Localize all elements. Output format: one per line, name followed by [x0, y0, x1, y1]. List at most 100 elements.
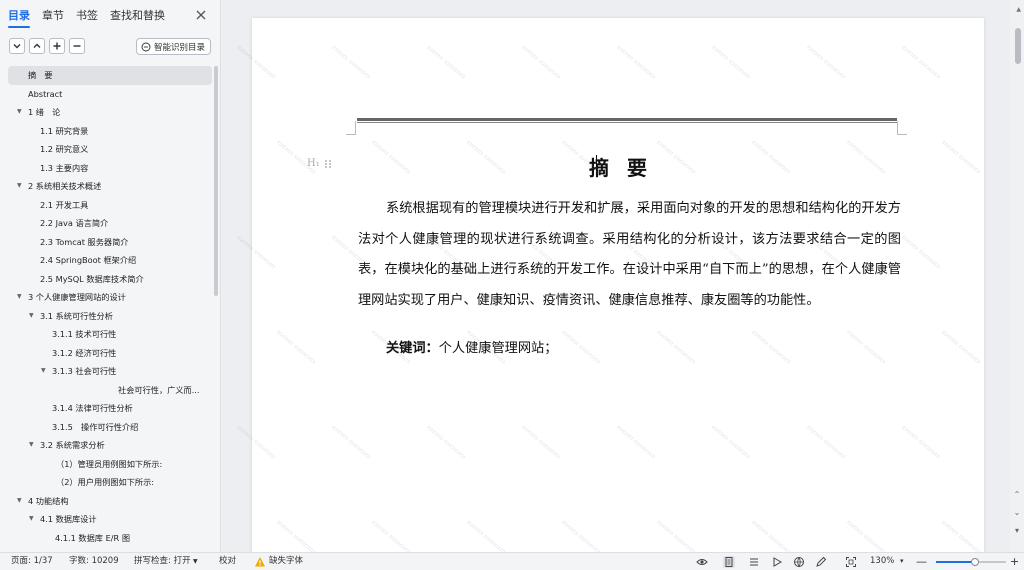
- expand-arrow-icon[interactable]: ▼: [29, 307, 34, 326]
- globe-icon[interactable]: [793, 556, 805, 568]
- document-page[interactable]: H₁ 摘要 系统根据现有的管理模块进行开发和扩展，采用面向对象的开发的思想和结构…: [235, 18, 984, 552]
- toc-item[interactable]: 3.1.1 技术可行性: [0, 325, 214, 344]
- watermark: ▭▭▭ ▭▭▭▭: [900, 233, 943, 271]
- expand-arrow-icon[interactable]: ▼: [17, 492, 22, 511]
- chevron-up-icon: [33, 43, 41, 48]
- toc-item[interactable]: ▼ 2 系统相关技术概述: [0, 177, 214, 196]
- expand-arrow-icon[interactable]: ▼: [29, 436, 34, 455]
- toc-item[interactable]: 摘 要: [8, 66, 212, 85]
- toc-item[interactable]: ▼ 4 功能结构: [0, 492, 214, 511]
- watermark: ▭▭▭ ▭▭▭▭: [940, 518, 983, 552]
- toc-item-label: 4.1.1 数据库 E/R 图: [55, 532, 131, 543]
- expand-arrow-icon[interactable]: ▼: [41, 362, 46, 381]
- toc-scrollbar[interactable]: [214, 66, 218, 296]
- toc-item-label: 社会可行性，广义而...: [118, 384, 200, 395]
- toc-item[interactable]: ▼ 3.1.3 社会可行性: [0, 362, 214, 381]
- close-icon[interactable]: [194, 8, 208, 22]
- page-up-icon[interactable]: ⌃: [1012, 490, 1022, 499]
- tab-bookmarks[interactable]: 书签: [76, 0, 98, 32]
- smart-toc-button[interactable]: 智能识别目录: [135, 38, 211, 55]
- toc-item[interactable]: 3.1.4 法律可行性分析: [0, 399, 214, 418]
- toc-item[interactable]: （2）用户用例图如下所示:: [0, 473, 214, 492]
- watermark: ▭▭▭ ▭▭▭▭: [560, 518, 603, 552]
- zoom-out-icon[interactable]: —: [916, 553, 927, 570]
- toc-item-label: 1.1 研究背景: [40, 125, 89, 136]
- toc-item[interactable]: 2.4 SpringBoot 框架介绍: [0, 251, 214, 270]
- toc-item[interactable]: ▼ 3 个人健康管理网站的设计: [0, 288, 214, 307]
- toc-item[interactable]: 3.1.2 经济可行性: [0, 344, 214, 363]
- keywords-line[interactable]: 关键词：个人健康管理网站；: [386, 337, 557, 356]
- remove-heading-button[interactable]: [69, 38, 85, 54]
- spell-check-toggle[interactable]: 拼写检查: 打开: [134, 553, 191, 570]
- warning-icon: [255, 557, 265, 567]
- missing-font-button[interactable]: 缺失字体: [269, 553, 303, 570]
- toc-item[interactable]: 2.2 Java 语言简介: [0, 214, 214, 233]
- toc-item[interactable]: （1）管理员用例图如下所示:: [0, 455, 214, 474]
- toc-toolbar: 智能识别目录: [0, 32, 220, 60]
- tab-find-replace[interactable]: 查找和替换: [110, 0, 165, 32]
- toc-item[interactable]: 4.1.1 数据库 E/R 图: [0, 529, 214, 548]
- chevron-down-icon[interactable]: ▾: [900, 553, 904, 570]
- toc-item-label: Abstract: [28, 88, 63, 99]
- zoom-slider-knob[interactable]: [970, 558, 979, 566]
- page-down-icon[interactable]: ⌄: [1012, 508, 1022, 517]
- toc-item[interactable]: 社会可行性，广义而...: [0, 381, 214, 400]
- watermark: ▭▭▭ ▭▭▭▭: [235, 423, 278, 461]
- watermark: ▭▭▭ ▭▭▭▭: [275, 518, 318, 552]
- scrollbar-thumb[interactable]: [1015, 28, 1021, 64]
- watermark: ▭▭▭ ▭▭▭▭: [750, 518, 793, 552]
- play-icon[interactable]: [771, 556, 783, 568]
- toc-item-label: （1）管理员用例图如下所示:: [56, 458, 163, 469]
- toc-item[interactable]: ▼ 1 绪 论: [0, 103, 214, 122]
- tab-toc[interactable]: 目录: [8, 0, 30, 32]
- scroll-up-icon[interactable]: ▲: [1016, 6, 1021, 13]
- toc-item-label: 3.2 系统需求分析: [40, 440, 105, 450]
- toc-item[interactable]: ▼ 4.1 数据库设计: [0, 510, 214, 529]
- toc-item[interactable]: ▼ 3.2 系统需求分析: [0, 436, 214, 455]
- toc-item[interactable]: Abstract: [0, 85, 214, 104]
- eye-icon[interactable]: [696, 556, 708, 568]
- toc-item[interactable]: 2.5 MySQL 数据库技术简介: [0, 270, 214, 289]
- toc-item[interactable]: 1.1 研究背景: [0, 122, 214, 141]
- expand-button[interactable]: [29, 38, 45, 54]
- page-view-icon[interactable]: [723, 556, 735, 568]
- watermark: ▭▭▭ ▭▭▭▭: [655, 518, 698, 552]
- expand-arrow-icon[interactable]: ▼: [29, 510, 34, 529]
- page-indicator[interactable]: 页面: 1/37: [11, 553, 53, 570]
- tab-chapters[interactable]: 章节: [42, 0, 64, 32]
- document-title[interactable]: 摘要: [252, 152, 984, 181]
- watermark: ▭▭▭ ▭▭▭▭: [900, 423, 943, 461]
- word-count[interactable]: 字数: 10209: [69, 553, 119, 570]
- pen-icon[interactable]: [815, 556, 827, 568]
- expand-arrow-icon[interactable]: ▼: [17, 288, 22, 307]
- add-heading-button[interactable]: [49, 38, 65, 54]
- watermark: ▭▭▭ ▭▭▭▭: [275, 328, 318, 366]
- watermark: ▭▭▭ ▭▭▭▭: [805, 43, 848, 81]
- expand-arrow-icon[interactable]: ▼: [17, 177, 22, 196]
- watermark: ▭▭▭ ▭▭▭▭: [710, 43, 753, 81]
- proofread-button[interactable]: 校对: [219, 553, 236, 570]
- toc-item[interactable]: 2.3 Tomcat 服务器简介: [0, 233, 214, 252]
- outline-view-icon[interactable]: [748, 556, 760, 568]
- toc-item[interactable]: ▼ 3.1 系统可行性分析: [0, 307, 214, 326]
- expand-arrow-icon[interactable]: ▼: [17, 103, 22, 122]
- zoom-slider[interactable]: [936, 558, 1006, 566]
- toc-item-label: 1.2 研究意义: [40, 144, 89, 154]
- margin-corner-left: [346, 121, 356, 135]
- scroll-down-icon[interactable]: ▾: [1012, 526, 1022, 535]
- toc-sidebar: 目录 章节 书签 查找和替换 智能识别目录 摘 要 Abstract ▼ 1 绪 论 1…: [0, 0, 221, 552]
- zoom-in-icon[interactable]: +: [1010, 553, 1019, 570]
- collapse-button[interactable]: [9, 38, 25, 54]
- vertical-scrollbar[interactable]: ▲ ⌃ ⌄ ▾: [1010, 0, 1024, 552]
- fit-page-icon[interactable]: [845, 556, 857, 568]
- chevron-down-icon[interactable]: ▼: [193, 553, 198, 570]
- watermark: ▭▭▭ ▭▭▭▭: [330, 43, 373, 81]
- toc-item[interactable]: 1.2 研究意义: [0, 140, 214, 159]
- zoom-level[interactable]: 130%: [870, 553, 894, 570]
- watermark: ▭▭▭ ▭▭▭▭: [615, 43, 658, 81]
- toc-item[interactable]: 2.1 开发工具: [0, 196, 214, 215]
- toc-item-label: 4.1 数据库设计: [40, 514, 97, 524]
- toc-item[interactable]: 1.3 主要内容: [0, 159, 214, 178]
- abstract-paragraph[interactable]: 系统根据现有的管理模块进行开发和扩展，采用面向对象的开发的思想和结构化的开发方法…: [358, 194, 901, 316]
- toc-item[interactable]: 3.1.5 操作可行性介绍: [0, 418, 214, 437]
